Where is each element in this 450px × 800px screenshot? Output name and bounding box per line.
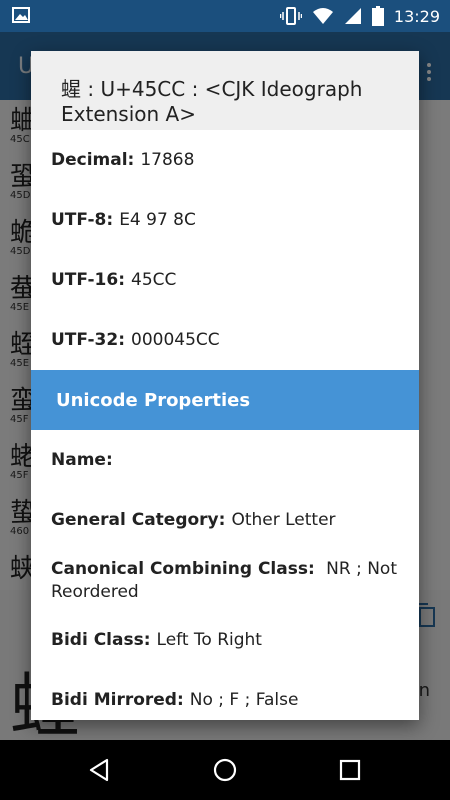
utf32-row: UTF-32: 000045CC: [31, 310, 419, 370]
home-icon[interactable]: [210, 755, 240, 785]
bidi-mirrored-row: Bidi Mirrored: No ; F ; False: [31, 670, 419, 720]
vibrate-icon: [279, 7, 302, 25]
recents-icon[interactable]: [335, 755, 365, 785]
general-category-label: General Category:: [51, 510, 226, 530]
utf8-row: UTF-8: E4 97 8C: [31, 190, 419, 250]
bidi-class-label: Bidi Class:: [51, 630, 151, 650]
clock: 13:29: [393, 6, 440, 26]
unicode-properties-header: Unicode Properties: [31, 370, 419, 430]
battery-icon: [371, 6, 384, 26]
character-info-dialog: 䗌 : U+45CC : <CJK Ideograph Extension A>…: [31, 51, 419, 720]
bidi-mirrored-value: No ; F ; False: [189, 690, 299, 710]
name-label: Name:: [51, 450, 113, 470]
canonical-combining-class-row: Canonical Combining Class: NR ; Not Reor…: [31, 550, 419, 610]
utf8-value: E4 97 8C: [119, 210, 196, 230]
general-category-row: General Category: Other Letter: [31, 490, 419, 550]
back-icon[interactable]: [85, 755, 115, 785]
general-category-value: Other Letter: [231, 510, 336, 530]
name-row: Name:: [31, 430, 419, 490]
utf16-label: UTF-16:: [51, 270, 126, 290]
utf32-value: 000045CC: [131, 330, 220, 350]
dialog-title: 䗌 : U+45CC : <CJK Ideograph Extension A>: [31, 51, 419, 130]
bidi-class-row: Bidi Class: Left To Right: [31, 610, 419, 670]
navigation-bar: [0, 740, 450, 800]
decimal-row: Decimal: 17868: [31, 130, 419, 190]
utf8-label: UTF-8:: [51, 210, 114, 230]
utf16-row: UTF-16: 45CC: [31, 250, 419, 310]
bidi-class-value: Left To Right: [156, 630, 262, 650]
decimal-label: Decimal:: [51, 150, 135, 170]
canonical-combining-class-label: Canonical Combining Class:: [51, 559, 315, 579]
signal-icon: [344, 8, 361, 24]
status-bar: 13:29: [0, 0, 450, 32]
utf16-value: 45CC: [131, 270, 177, 290]
decimal-value: 17868: [140, 150, 195, 170]
bidi-mirrored-label: Bidi Mirrored:: [51, 690, 184, 710]
utf32-label: UTF-32:: [51, 330, 126, 350]
image-icon: [12, 7, 30, 23]
wifi-icon: [312, 8, 333, 24]
